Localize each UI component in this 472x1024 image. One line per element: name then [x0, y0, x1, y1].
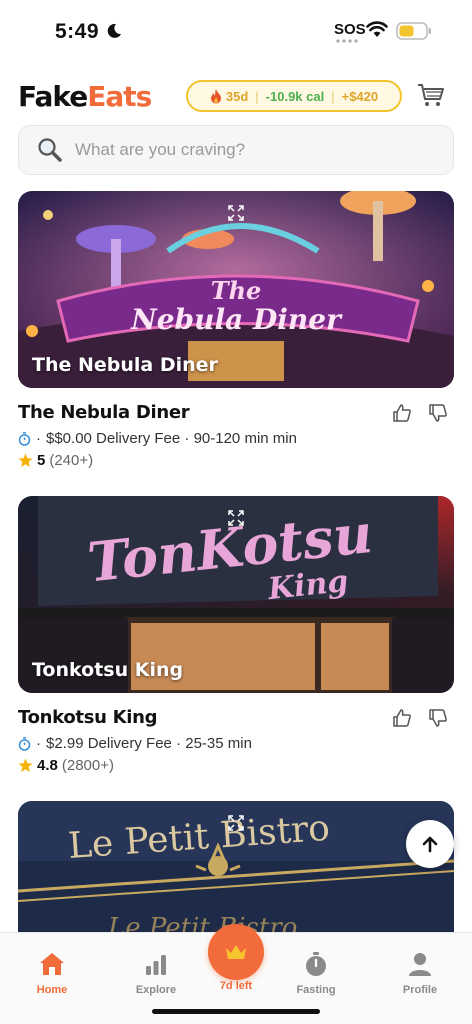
restaurant-image-nebula[interactable]: The Nebula Diner The Nebula Diner [18, 191, 454, 388]
meta-separator: · [36, 430, 41, 447]
home-icon [40, 953, 64, 975]
nav-fasting-label: Fasting [296, 984, 336, 996]
search-input[interactable]: What are you craving? [75, 140, 245, 160]
delivery-text: $$0.00 Delivery Fee · 90-120 min min [46, 430, 297, 447]
crown-icon [226, 945, 246, 959]
trial-days-left[interactable]: 7d left [200, 980, 272, 992]
status-bar: 5:49 SOS [0, 0, 472, 62]
restaurant-name[interactable]: The Nebula Diner [18, 402, 190, 423]
nebula-sign-line1: The [211, 276, 262, 305]
sos-indicator: SOS [334, 21, 366, 38]
money-saved: +$420 [341, 88, 379, 104]
thumbs-up-icon[interactable] [392, 708, 412, 728]
nav-profile[interactable]: Profile [380, 933, 460, 1005]
streak-days: 35d [225, 88, 249, 104]
delivery-text: $2.99 Delivery Fee · 25-35 min [46, 735, 252, 752]
premium-crown-button[interactable] [208, 924, 264, 980]
rating: 4.8 (2800+) [18, 757, 114, 774]
logo-eats: Eats [87, 80, 152, 113]
delivery-info: · $$0.00 Delivery Fee · 90-120 min min [18, 430, 297, 447]
thumbs-up-icon[interactable] [392, 403, 412, 423]
moon-icon [107, 23, 121, 38]
expand-icon[interactable] [228, 815, 244, 831]
rating-score: 4.8 [37, 757, 58, 774]
expand-icon[interactable] [228, 205, 244, 221]
star-icon [18, 453, 33, 467]
nav-explore-label: Explore [135, 984, 177, 996]
profile-icon [409, 953, 431, 976]
nav-fasting[interactable]: Fasting [276, 933, 356, 1005]
image-caption: The Nebula Diner [32, 354, 218, 376]
nav-explore[interactable]: Explore [116, 933, 196, 1005]
calories-saved: -10.9k cal [265, 88, 325, 104]
nav-home[interactable]: Home [12, 933, 92, 1005]
expand-icon[interactable] [228, 510, 244, 526]
streak-stats-pill[interactable]: 35d | -10.9k cal | +$420 [186, 80, 402, 112]
nav-home-label: Home [36, 984, 68, 996]
arrow-up-icon [422, 836, 438, 853]
fasting-icon [306, 952, 326, 976]
pill-divider: | [331, 88, 335, 104]
scroll-to-top-button[interactable] [406, 820, 454, 868]
star-icon [18, 758, 33, 772]
rating-count: (2800+) [61, 757, 114, 774]
battery-icon [396, 22, 431, 40]
signal-dots-icon [336, 39, 358, 43]
image-caption: Tonkotsu King [32, 659, 184, 681]
cart-icon[interactable] [416, 80, 446, 110]
restaurant-image-petit-bistro[interactable]: Le Petit Bistro Le Petit Bistro [18, 801, 454, 941]
rating-score: 5 [37, 452, 46, 469]
thumbs-down-icon[interactable] [428, 708, 448, 728]
search-icon [38, 138, 62, 162]
pill-divider: | [255, 88, 259, 104]
delivery-info: · $2.99 Delivery Fee · 25-35 min [18, 735, 252, 752]
timer-icon [18, 431, 31, 446]
thumbs-down-icon[interactable] [428, 403, 448, 423]
rating: 5 (240+) [18, 452, 93, 469]
restaurant-image-tonkotsu[interactable]: TonKotsu King Tonkotsu King [18, 496, 454, 693]
nav-profile-label: Profile [402, 984, 438, 996]
explore-icon [146, 955, 166, 975]
meta-separator: · [36, 735, 41, 752]
rating-count: (240+) [49, 452, 94, 469]
fire-icon [210, 88, 221, 103]
wifi-icon [366, 21, 388, 37]
timer-icon [18, 736, 31, 751]
search-bar[interactable]: What are you craving? [18, 125, 454, 175]
app-logo[interactable]: FakeEats [18, 80, 152, 113]
home-indicator [152, 1009, 320, 1014]
nebula-sign-line2: Nebula Diner [130, 303, 343, 336]
restaurant-name[interactable]: Tonkotsu King [18, 707, 158, 728]
status-time: 5:49 [55, 20, 100, 43]
logo-fake: Fake [18, 80, 88, 113]
